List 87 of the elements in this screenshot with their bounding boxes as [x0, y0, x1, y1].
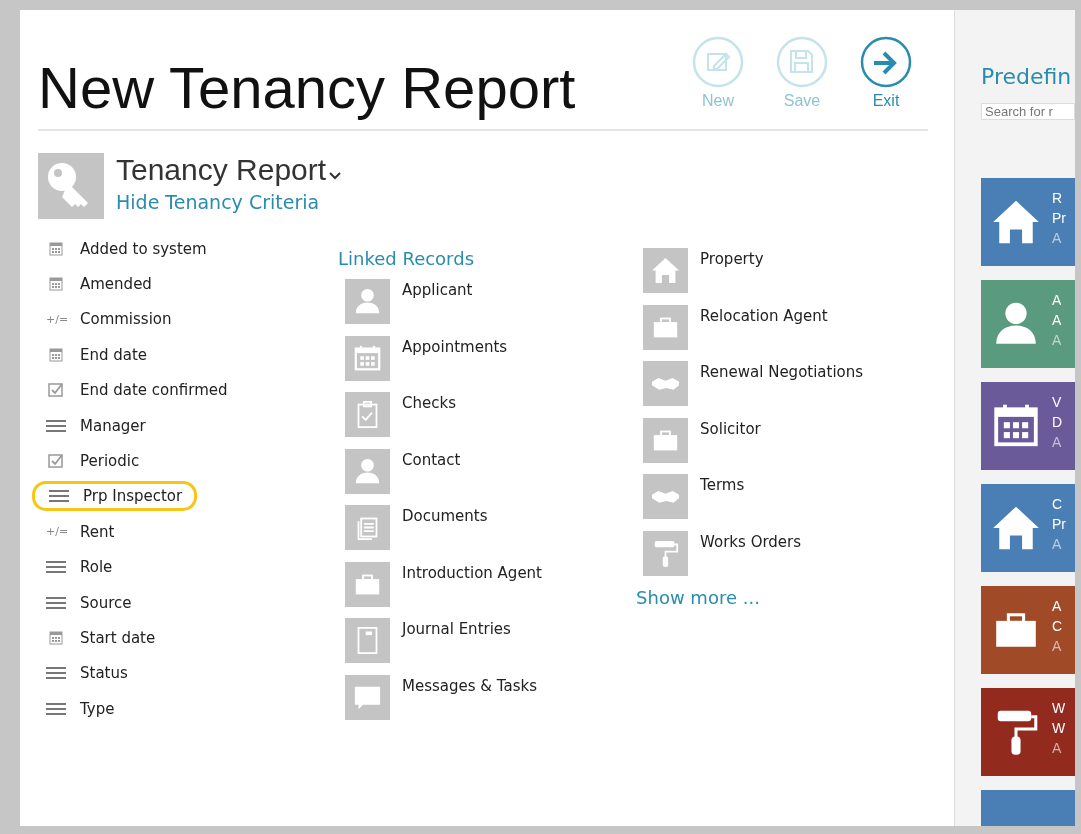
- section-heading: Linked Records: [338, 248, 475, 269]
- card-text: A: [1052, 433, 1063, 452]
- briefcase-icon: [345, 561, 390, 607]
- field-label[interactable]: Status: [80, 664, 128, 683]
- card-text: D: [1052, 413, 1063, 432]
- briefcase-icon: [643, 304, 689, 350]
- list-icon: [46, 594, 66, 611]
- card-text: A: [1052, 311, 1062, 330]
- toolbar-button[interactable]: Exit: [844, 36, 928, 110]
- clipboard-icon: [345, 392, 390, 437]
- report-card[interactable]: V D A: [981, 382, 1075, 470]
- field-label[interactable]: Amended: [80, 275, 152, 294]
- number-glyph: +/=: [46, 525, 66, 539]
- linked-record-label[interactable]: Introduction Agent: [402, 561, 542, 618]
- report-card[interactable]: W W A: [981, 688, 1075, 776]
- linked-record-label[interactable]: Contact: [402, 448, 461, 505]
- list-icon: [46, 417, 66, 434]
- linked-record-label[interactable]: Appointments: [402, 335, 508, 392]
- card-text: A: [1052, 637, 1063, 656]
- linked-record-label[interactable]: Checks: [402, 392, 456, 449]
- linked-record-label[interactable]: Messages & Tasks: [402, 674, 537, 731]
- linked-record-label[interactable]: Renewal Negotiations: [700, 361, 864, 418]
- field-label[interactable]: Manager: [80, 416, 146, 435]
- card-text: W: [1052, 699, 1066, 718]
- card-text: A: [1052, 229, 1063, 248]
- speech-icon: [345, 674, 390, 720]
- field-label[interactable]: Type: [80, 699, 115, 718]
- calendar-icon: [46, 276, 66, 293]
- search-field[interactable]: Search for r: [981, 103, 1075, 120]
- person-icon: [345, 279, 390, 324]
- house-icon: [643, 248, 689, 293]
- linked-record-label[interactable]: Documents: [402, 505, 488, 562]
- page-title: New Tenancy Report: [38, 54, 577, 121]
- list-icon: [46, 700, 66, 717]
- report-card[interactable]: A C A: [981, 586, 1075, 674]
- number-glyph: +/=: [46, 312, 66, 326]
- hide-criteria-link[interactable]: Hide Tenancy Criteria: [116, 191, 343, 213]
- card-text: A: [1052, 739, 1063, 758]
- card-text: A: [1052, 291, 1062, 310]
- linked-record-label[interactable]: Terms: [700, 474, 745, 531]
- linked-record-label[interactable]: Property: [700, 248, 764, 305]
- calendar-icon: [46, 346, 66, 363]
- documents-icon: [345, 505, 390, 550]
- person-icon: [345, 448, 390, 494]
- field-label[interactable]: Role: [80, 558, 113, 577]
- list-icon: [49, 488, 69, 505]
- report-card[interactable]: C Pr A: [981, 484, 1075, 572]
- linked-record-label[interactable]: Works Orders: [700, 530, 802, 587]
- card-text: A: [1052, 597, 1063, 616]
- calendar-icon: [46, 630, 66, 646]
- field-label[interactable]: Start date: [80, 629, 156, 647]
- calendar-icon: [46, 240, 66, 257]
- panel-heading: Predefin: [981, 64, 1073, 89]
- field-label[interactable]: End date: [80, 345, 148, 364]
- book-icon: [345, 618, 390, 663]
- field-label[interactable]: Prp Inspector: [83, 487, 183, 506]
- roller-icon: [643, 530, 689, 576]
- card-text: C: [1052, 495, 1064, 514]
- key-icon: [38, 153, 104, 219]
- linked-record-label[interactable]: Journal Entries: [402, 618, 511, 675]
- linked-record-label[interactable]: Relocation Agent: [700, 304, 828, 361]
- field-label[interactable]: Rent: [80, 522, 115, 541]
- field-label[interactable]: Source: [80, 593, 132, 612]
- card-text: A: [1052, 331, 1062, 350]
- linked-record-label[interactable]: Solicitor: [700, 417, 761, 474]
- list-icon: [46, 559, 66, 576]
- show-more-link[interactable]: Show more ...: [636, 587, 954, 608]
- field-label[interactable]: Periodic: [80, 452, 140, 471]
- linked-record-label[interactable]: Applicant: [402, 279, 473, 336]
- card-text: A: [1052, 535, 1063, 554]
- card-text: W: [1052, 719, 1066, 738]
- field-label[interactable]: Added to system: [80, 239, 207, 258]
- checkbox-icon: [46, 453, 66, 470]
- checkbox-icon: [46, 382, 66, 399]
- calendar-icon: [345, 335, 390, 381]
- card-text: R: [1052, 189, 1064, 208]
- field-label[interactable]: End date confirmed: [80, 381, 228, 400]
- card-text: Pr: [1052, 515, 1066, 534]
- card-text: C: [1052, 617, 1063, 636]
- field-label[interactable]: Commission: [80, 310, 172, 329]
- briefcase-icon: [643, 417, 689, 463]
- list-icon: [46, 665, 66, 682]
- report-dropdown[interactable]: Tenancy Report: [116, 153, 343, 187]
- caret-icon: [328, 170, 343, 180]
- card-text: Pr: [1052, 209, 1066, 228]
- card-text: V: [1052, 393, 1063, 412]
- report-card[interactable]: R Pr A: [981, 178, 1075, 266]
